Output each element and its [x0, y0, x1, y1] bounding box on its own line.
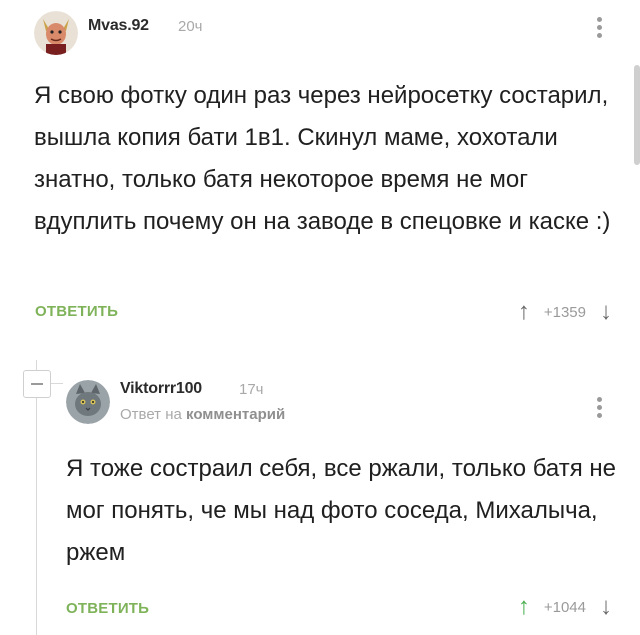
comment-text: Я свою фотку один раз через нейросетку с… — [34, 82, 611, 235]
reply-button[interactable]: ОТВЕТИТЬ — [35, 303, 118, 320]
reply-comment: Viktorrr100 17ч Ответ на комментарий Я т… — [0, 360, 640, 635]
vote-count: +1359 — [543, 303, 586, 321]
more-options-icon[interactable] — [597, 17, 603, 41]
reply-to-link[interactable]: комментарий — [186, 406, 285, 423]
user-avatar[interactable] — [34, 11, 78, 55]
upvote-arrow-icon[interactable]: ↑ — [518, 593, 530, 621]
devil-avatar-icon — [34, 11, 78, 55]
downvote-arrow-icon[interactable]: ↓ — [600, 298, 612, 326]
reply-button[interactable]: ОТВЕТИТЬ — [66, 600, 149, 617]
reply-to-prefix: Ответ на — [120, 406, 182, 423]
comment-author[interactable]: Mvas.92 — [88, 17, 149, 35]
downvote-arrow-icon[interactable]: ↓ — [600, 593, 612, 621]
user-avatar[interactable] — [66, 380, 110, 424]
vote-count: +1044 — [543, 598, 586, 616]
comment-time: 20ч — [178, 18, 203, 35]
comment-time: 17ч — [239, 381, 264, 398]
comment: Mvas.92 20ч Я свою фотку один раз через … — [0, 0, 640, 340]
comment-text: Я тоже состраил себя, все ржали, только … — [66, 455, 616, 566]
cat-avatar-icon — [66, 380, 110, 424]
reply-reference: Ответ на комментарий — [120, 406, 285, 423]
more-options-icon[interactable] — [597, 397, 603, 421]
comment-author[interactable]: Viktorrr100 — [120, 380, 202, 398]
vote-controls: ↑ +1044 ↓ — [518, 593, 612, 621]
scrollbar[interactable] — [634, 65, 640, 165]
upvote-arrow-icon[interactable]: ↑ — [518, 298, 530, 326]
vote-controls: ↑ +1359 ↓ — [518, 298, 612, 326]
